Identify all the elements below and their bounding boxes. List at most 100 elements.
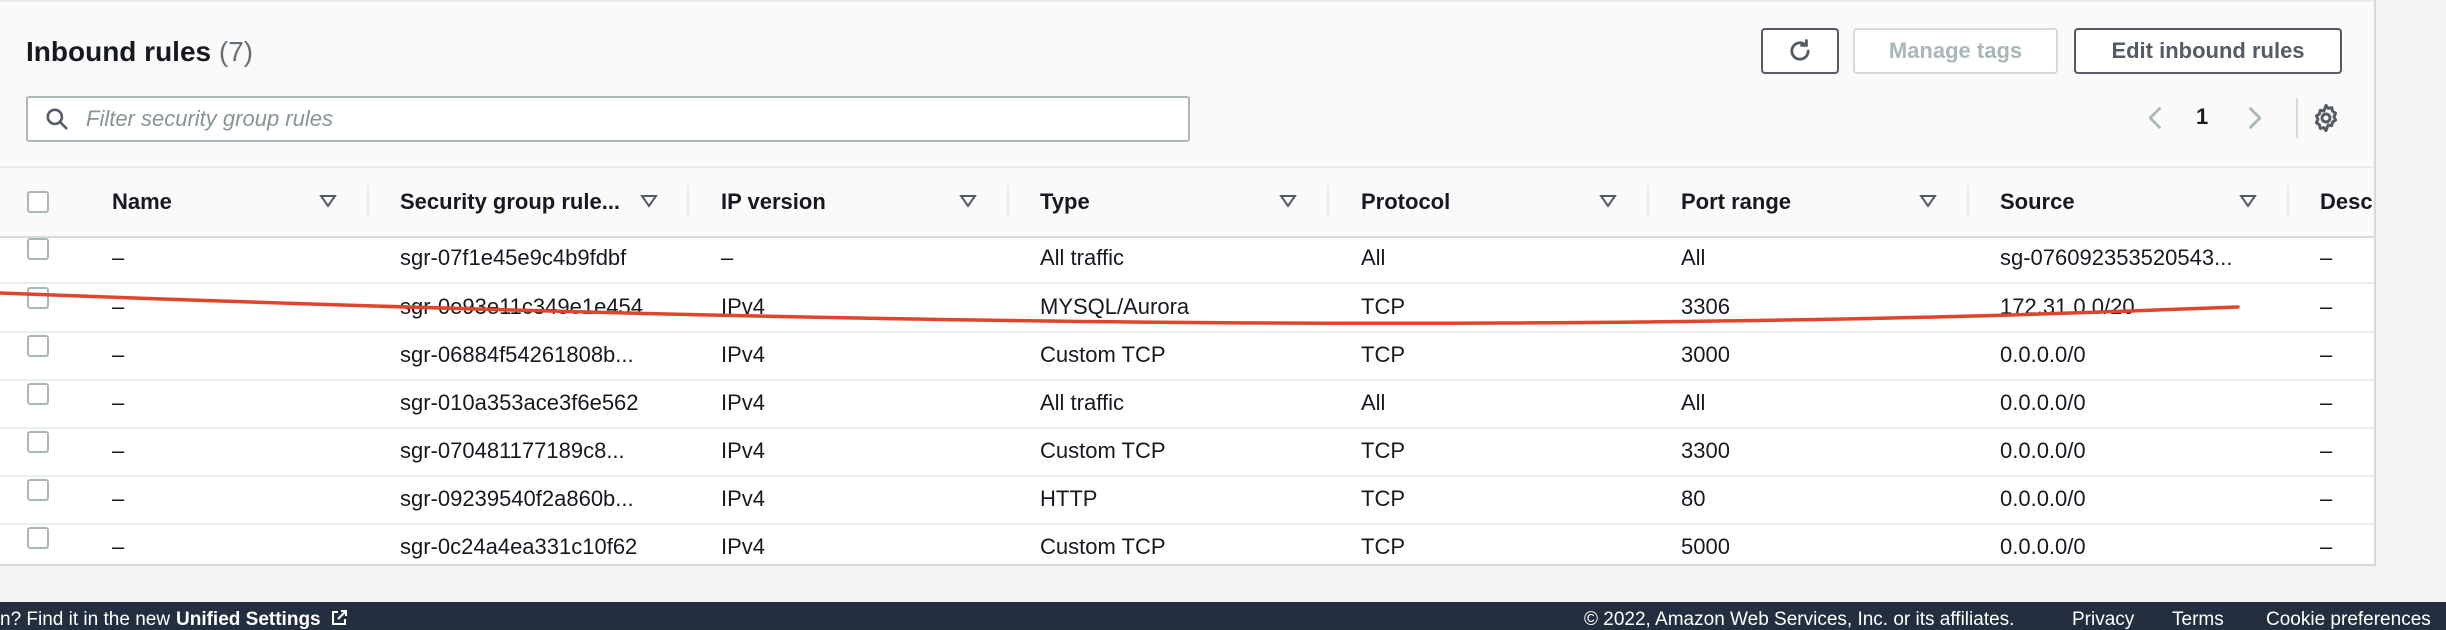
row-checkbox[interactable] [27, 287, 49, 309]
cell-ip-version: IPv4 [721, 486, 766, 511]
sort-icon[interactable] [639, 191, 659, 211]
cell-protocol: All [1361, 390, 1386, 415]
cell-name: – [112, 342, 125, 367]
sort-icon[interactable] [1918, 191, 1938, 211]
column-header-protocol[interactable]: Protocol [1361, 168, 1450, 236]
cell-source[interactable]: 0.0.0.0/0 [2000, 475, 2086, 523]
search-box[interactable] [26, 96, 1190, 142]
cell-description: – [2320, 390, 2333, 415]
cell-source[interactable]: 0.0.0.0/0 [2000, 331, 2086, 379]
column-header-port-range[interactable]: Port range [1681, 168, 1791, 236]
external-link-icon [331, 610, 347, 625]
search-input[interactable] [84, 105, 1148, 133]
row-checkbox[interactable] [27, 527, 49, 549]
gear-icon[interactable] [2310, 102, 2342, 134]
cell-ip-version: IPv4 [721, 390, 766, 415]
cell-source[interactable]: 0.0.0.0/0 [2000, 427, 2086, 475]
table-row[interactable]: – sgr-07f1e45e9c4b9fdbf – All traffic Al… [0, 234, 2374, 284]
table-row[interactable]: – sgr-070481177189c8... IPv4 Custom TCP … [0, 427, 2374, 477]
cell-source[interactable]: sg-076092353520543... [2000, 234, 2232, 282]
row-checkbox[interactable] [27, 238, 49, 260]
sort-icon[interactable] [1598, 191, 1618, 211]
cell-type: HTTP [1040, 486, 1098, 511]
cell-port-range: 80 [1681, 486, 1706, 511]
copyright-text: © 2022, Amazon Web Services, Inc. or its… [1584, 609, 2015, 630]
column-header-ip-version[interactable]: IP version [721, 168, 826, 236]
cell-description: – [2320, 486, 2333, 511]
cell-rule-id[interactable]: sgr-010a353ace3f6e562 [400, 379, 639, 427]
unified-settings-label: Unified Settings [176, 609, 321, 630]
sort-icon[interactable] [318, 191, 338, 211]
cell-source[interactable]: 172.31.0.0/20 [2000, 283, 2135, 331]
cell-rule-id[interactable]: sgr-0c24a4ea331c10f62 [400, 523, 637, 564]
cell-name: – [112, 534, 125, 559]
column-divider[interactable] [1007, 186, 1009, 218]
terms-link[interactable]: Terms [2172, 609, 2224, 630]
column-divider[interactable] [1327, 186, 1329, 218]
inbound-rules-panel: Inbound rules (7) Manage tags Edit inbou… [0, 0, 2376, 566]
cell-port-range: All [1681, 245, 1706, 270]
unified-settings-link[interactable]: Unified Settings [176, 609, 348, 630]
column-divider[interactable] [367, 186, 369, 218]
column-divider[interactable] [2287, 186, 2289, 218]
privacy-link[interactable]: Privacy [2072, 609, 2134, 630]
cell-description: – [2320, 294, 2333, 319]
cell-rule-id[interactable]: sgr-09239540f2a860b... [400, 475, 634, 523]
cell-source[interactable]: 0.0.0.0/0 [2000, 379, 2086, 427]
table-row[interactable]: – sgr-010a353ace3f6e562 IPv4 All traffic… [0, 379, 2374, 429]
cell-name: – [112, 438, 125, 463]
sort-icon[interactable] [1278, 191, 1298, 211]
next-page-icon[interactable] [2240, 104, 2268, 132]
cell-rule-id[interactable]: sgr-0e93e11c349e1e454 [400, 283, 643, 331]
previous-page-icon[interactable] [2142, 104, 2170, 132]
cell-port-range: All [1681, 390, 1706, 415]
cell-type: All traffic [1040, 245, 1124, 270]
cell-name: – [112, 294, 125, 319]
manage-tags-button[interactable]: Manage tags [1853, 28, 2058, 74]
rule-count: (7) [218, 36, 254, 67]
sort-icon[interactable] [2238, 191, 2258, 211]
cell-ip-version: IPv4 [721, 438, 766, 463]
row-checkbox[interactable] [27, 383, 49, 405]
table-row[interactable]: – sgr-0e93e11c349e1e454 IPv4 MYSQL/Auror… [0, 283, 2374, 333]
current-page[interactable]: 1 [2196, 104, 2208, 130]
cell-description: – [2320, 534, 2333, 559]
cell-protocol: TCP [1361, 534, 1405, 559]
cell-ip-version: – [721, 245, 734, 270]
cell-name: – [112, 245, 125, 270]
table-row[interactable]: – sgr-0c24a4ea331c10f62 IPv4 Custom TCP … [0, 523, 2374, 564]
row-checkbox[interactable] [27, 479, 49, 501]
search-icon [46, 108, 68, 130]
cell-rule-id[interactable]: sgr-07f1e45e9c4b9fdbf [400, 234, 626, 282]
column-header-description[interactable]: Descr [2320, 168, 2374, 236]
refresh-button[interactable] [1761, 28, 1839, 74]
cell-protocol: TCP [1361, 438, 1405, 463]
column-divider[interactable] [1647, 186, 1649, 218]
column-divider[interactable] [1967, 186, 1969, 218]
cell-description: – [2320, 438, 2333, 463]
panel-title: Inbound rules (7) [26, 36, 253, 68]
console-footer: n? Find it in the new Unified Settings ©… [0, 602, 2446, 630]
table-row[interactable]: – sgr-09239540f2a860b... IPv4 HTTP TCP 8… [0, 475, 2374, 525]
cell-rule-id[interactable]: sgr-070481177189c8... [400, 427, 625, 475]
cell-ip-version: IPv4 [721, 534, 766, 559]
select-all-checkbox[interactable] [27, 191, 49, 213]
cell-port-range: 3300 [1681, 438, 1730, 463]
cell-rule-id[interactable]: sgr-06884f54261808b... [400, 331, 634, 379]
cell-source[interactable]: 0.0.0.0/0 [2000, 523, 2086, 564]
edit-inbound-rules-button[interactable]: Edit inbound rules [2074, 28, 2342, 74]
sort-icon[interactable] [958, 191, 978, 211]
cell-description: – [2320, 342, 2333, 367]
cookie-preferences-link[interactable]: Cookie preferences [2266, 609, 2431, 630]
table-row[interactable]: – sgr-06884f54261808b... IPv4 Custom TCP… [0, 331, 2374, 381]
column-header-rule-id[interactable]: Security group rule... [400, 168, 620, 236]
column-divider[interactable] [687, 186, 689, 218]
row-checkbox[interactable] [27, 431, 49, 453]
column-header-source[interactable]: Source [2000, 168, 2075, 236]
column-header-type[interactable]: Type [1040, 168, 1090, 236]
column-header-name[interactable]: Name [112, 168, 172, 236]
cell-type: Custom TCP [1040, 342, 1166, 367]
panel-header: Inbound rules (7) Manage tags Edit inbou… [0, 2, 2374, 168]
cell-protocol: TCP [1361, 294, 1405, 319]
row-checkbox[interactable] [27, 335, 49, 357]
